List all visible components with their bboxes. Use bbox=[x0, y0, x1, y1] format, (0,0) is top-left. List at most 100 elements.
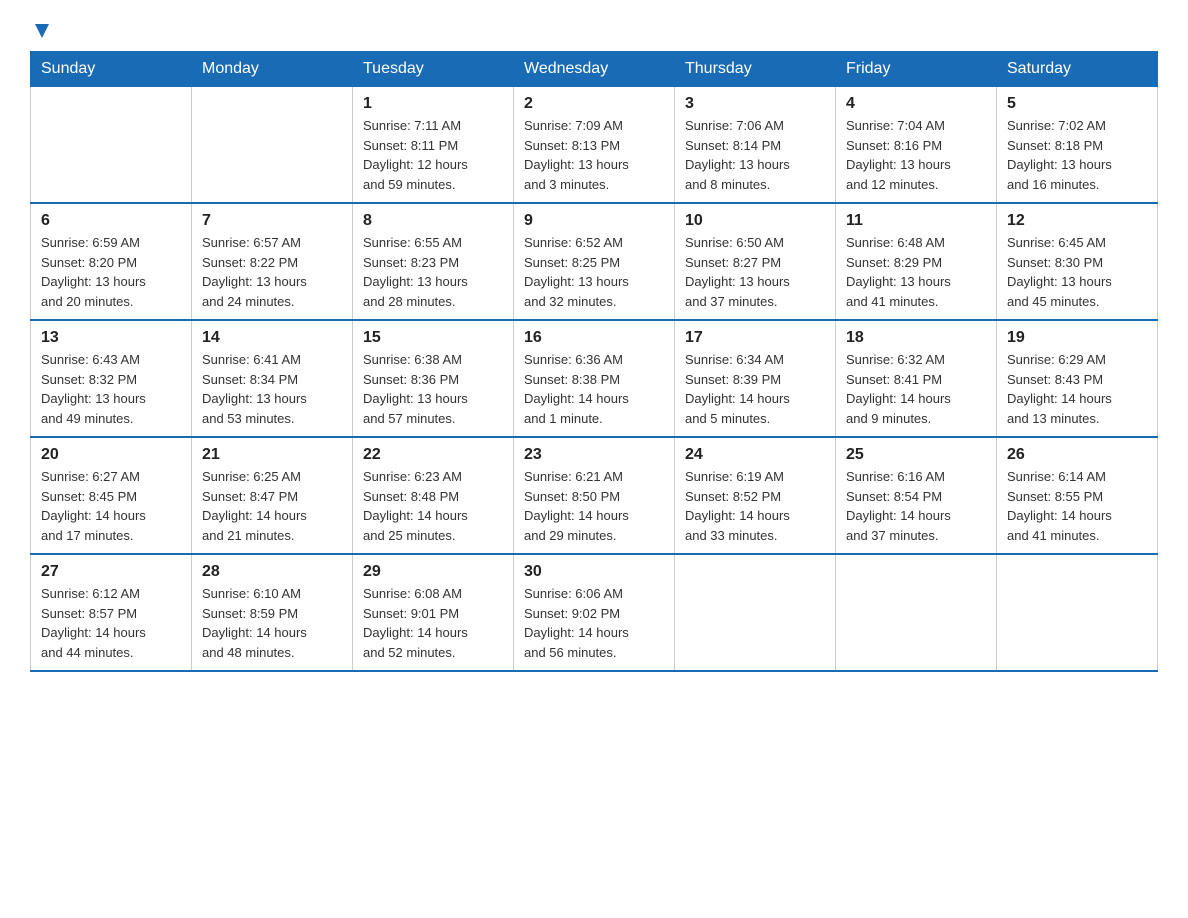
calendar-cell: 14 Sunrise: 6:41 AM Sunset: 8:34 PM Dayli… bbox=[192, 320, 353, 437]
day-number: 23 bbox=[524, 446, 664, 464]
week-row-4: 20 Sunrise: 6:27 AM Sunset: 8:45 PM Dayli… bbox=[31, 437, 1158, 554]
calendar-cell: 3 Sunrise: 7:06 AM Sunset: 8:14 PM Daylig… bbox=[675, 87, 836, 204]
calendar-cell: 10 Sunrise: 6:50 AM Sunset: 8:27 PM Dayli… bbox=[675, 203, 836, 320]
calendar-cell bbox=[997, 554, 1158, 671]
day-number: 3 bbox=[685, 95, 825, 113]
day-info: Sunrise: 6:29 AM Sunset: 8:43 PM Dayligh… bbox=[1007, 350, 1147, 428]
calendar-cell: 8 Sunrise: 6:55 AM Sunset: 8:23 PM Daylig… bbox=[353, 203, 514, 320]
day-number: 22 bbox=[363, 446, 503, 464]
weekday-header-row: SundayMondayTuesdayWednesdayThursdayFrid… bbox=[31, 52, 1158, 87]
calendar-cell: 24 Sunrise: 6:19 AM Sunset: 8:52 PM Dayli… bbox=[675, 437, 836, 554]
calendar-body: 1Sunrise: 7:11 AM Sunset: 8:11 PM Daylig… bbox=[31, 87, 1158, 672]
week-row-2: 6 Sunrise: 6:59 AM Sunset: 8:20 PM Daylig… bbox=[31, 203, 1158, 320]
calendar-cell: 15 Sunrise: 6:38 AM Sunset: 8:36 PM Dayli… bbox=[353, 320, 514, 437]
calendar-cell: 4 Sunrise: 7:04 AM Sunset: 8:16 PM Daylig… bbox=[836, 87, 997, 204]
day-info: Sunrise: 6:36 AM Sunset: 8:38 PM Dayligh… bbox=[524, 350, 664, 428]
calendar-cell: 22 Sunrise: 6:23 AM Sunset: 8:48 PM Dayli… bbox=[353, 437, 514, 554]
calendar-cell bbox=[836, 554, 997, 671]
day-number: 10 bbox=[685, 212, 825, 230]
day-info: Sunrise: 7:04 AM Sunset: 8:16 PM Dayligh… bbox=[846, 116, 986, 194]
day-info: Sunrise: 6:27 AM Sunset: 8:45 PM Dayligh… bbox=[41, 467, 181, 545]
weekday-header-saturday: Saturday bbox=[997, 52, 1158, 87]
day-number: 5 bbox=[1007, 95, 1147, 113]
calendar-cell: 30 Sunrise: 6:06 AM Sunset: 9:02 PM Dayli… bbox=[514, 554, 675, 671]
day-number: 21 bbox=[202, 446, 342, 464]
day-info: Sunrise: 6:38 AM Sunset: 8:36 PM Dayligh… bbox=[363, 350, 503, 428]
weekday-header-thursday: Thursday bbox=[675, 52, 836, 87]
day-number: 12 bbox=[1007, 212, 1147, 230]
day-info: Sunrise: 6:50 AM Sunset: 8:27 PM Dayligh… bbox=[685, 233, 825, 311]
day-info: Sunrise: 6:16 AM Sunset: 8:54 PM Dayligh… bbox=[846, 467, 986, 545]
day-info: Sunrise: 7:02 AM Sunset: 8:18 PM Dayligh… bbox=[1007, 116, 1147, 194]
calendar-cell: 6 Sunrise: 6:59 AM Sunset: 8:20 PM Daylig… bbox=[31, 203, 192, 320]
day-info: Sunrise: 6:34 AM Sunset: 8:39 PM Dayligh… bbox=[685, 350, 825, 428]
calendar-cell: 29 Sunrise: 6:08 AM Sunset: 9:01 PM Dayli… bbox=[353, 554, 514, 671]
day-info: Sunrise: 7:06 AM Sunset: 8:14 PM Dayligh… bbox=[685, 116, 825, 194]
day-number: 11 bbox=[846, 212, 986, 230]
week-row-3: 13 Sunrise: 6:43 AM Sunset: 8:32 PM Dayli… bbox=[31, 320, 1158, 437]
day-number: 20 bbox=[41, 446, 181, 464]
logo-triangle-icon bbox=[33, 22, 51, 45]
weekday-header-monday: Monday bbox=[192, 52, 353, 87]
calendar-cell: 1Sunrise: 7:11 AM Sunset: 8:11 PM Daylig… bbox=[353, 87, 514, 204]
day-info: Sunrise: 6:25 AM Sunset: 8:47 PM Dayligh… bbox=[202, 467, 342, 545]
day-info: Sunrise: 6:08 AM Sunset: 9:01 PM Dayligh… bbox=[363, 584, 503, 662]
day-info: Sunrise: 6:14 AM Sunset: 8:55 PM Dayligh… bbox=[1007, 467, 1147, 545]
day-number: 13 bbox=[41, 329, 181, 347]
calendar-cell: 2Sunrise: 7:09 AM Sunset: 8:13 PM Daylig… bbox=[514, 87, 675, 204]
week-row-1: 1Sunrise: 7:11 AM Sunset: 8:11 PM Daylig… bbox=[31, 87, 1158, 204]
calendar-cell: 11 Sunrise: 6:48 AM Sunset: 8:29 PM Dayli… bbox=[836, 203, 997, 320]
day-number: 15 bbox=[363, 329, 503, 347]
calendar-cell bbox=[31, 87, 192, 204]
day-number: 24 bbox=[685, 446, 825, 464]
day-number: 4 bbox=[846, 95, 986, 113]
day-info: Sunrise: 6:48 AM Sunset: 8:29 PM Dayligh… bbox=[846, 233, 986, 311]
day-info: Sunrise: 6:55 AM Sunset: 8:23 PM Dayligh… bbox=[363, 233, 503, 311]
day-number: 16 bbox=[524, 329, 664, 347]
weekday-header-tuesday: Tuesday bbox=[353, 52, 514, 87]
calendar-cell: 28 Sunrise: 6:10 AM Sunset: 8:59 PM Dayli… bbox=[192, 554, 353, 671]
day-number: 14 bbox=[202, 329, 342, 347]
day-number: 17 bbox=[685, 329, 825, 347]
day-number: 25 bbox=[846, 446, 986, 464]
day-number: 2 bbox=[524, 95, 664, 113]
day-info: Sunrise: 6:41 AM Sunset: 8:34 PM Dayligh… bbox=[202, 350, 342, 428]
week-row-5: 27Sunrise: 6:12 AM Sunset: 8:57 PM Dayli… bbox=[31, 554, 1158, 671]
day-info: Sunrise: 6:23 AM Sunset: 8:48 PM Dayligh… bbox=[363, 467, 503, 545]
day-info: Sunrise: 6:21 AM Sunset: 8:50 PM Dayligh… bbox=[524, 467, 664, 545]
calendar-cell: 7Sunrise: 6:57 AM Sunset: 8:22 PM Daylig… bbox=[192, 203, 353, 320]
page-header bbox=[30, 20, 1158, 41]
day-info: Sunrise: 6:19 AM Sunset: 8:52 PM Dayligh… bbox=[685, 467, 825, 545]
day-number: 28 bbox=[202, 563, 342, 581]
calendar-cell: 26 Sunrise: 6:14 AM Sunset: 8:55 PM Dayli… bbox=[997, 437, 1158, 554]
day-info: Sunrise: 6:43 AM Sunset: 8:32 PM Dayligh… bbox=[41, 350, 181, 428]
day-number: 30 bbox=[524, 563, 664, 581]
calendar-cell: 23 Sunrise: 6:21 AM Sunset: 8:50 PM Dayli… bbox=[514, 437, 675, 554]
calendar-cell: 18Sunrise: 6:32 AM Sunset: 8:41 PM Dayli… bbox=[836, 320, 997, 437]
logo bbox=[30, 20, 51, 41]
weekday-header-wednesday: Wednesday bbox=[514, 52, 675, 87]
day-info: Sunrise: 6:12 AM Sunset: 8:57 PM Dayligh… bbox=[41, 584, 181, 662]
day-info: Sunrise: 6:57 AM Sunset: 8:22 PM Dayligh… bbox=[202, 233, 342, 311]
day-info: Sunrise: 6:45 AM Sunset: 8:30 PM Dayligh… bbox=[1007, 233, 1147, 311]
day-info: Sunrise: 6:06 AM Sunset: 9:02 PM Dayligh… bbox=[524, 584, 664, 662]
day-info: Sunrise: 7:11 AM Sunset: 8:11 PM Dayligh… bbox=[363, 116, 503, 194]
day-info: Sunrise: 6:59 AM Sunset: 8:20 PM Dayligh… bbox=[41, 233, 181, 311]
calendar-cell: 5 Sunrise: 7:02 AM Sunset: 8:18 PM Daylig… bbox=[997, 87, 1158, 204]
weekday-header-friday: Friday bbox=[836, 52, 997, 87]
calendar-cell: 20 Sunrise: 6:27 AM Sunset: 8:45 PM Dayli… bbox=[31, 437, 192, 554]
calendar-cell: 9Sunrise: 6:52 AM Sunset: 8:25 PM Daylig… bbox=[514, 203, 675, 320]
day-number: 9 bbox=[524, 212, 664, 230]
calendar-table: SundayMondayTuesdayWednesdayThursdayFrid… bbox=[30, 51, 1158, 672]
weekday-header-sunday: Sunday bbox=[31, 52, 192, 87]
day-number: 29 bbox=[363, 563, 503, 581]
calendar-cell: 19 Sunrise: 6:29 AM Sunset: 8:43 PM Dayli… bbox=[997, 320, 1158, 437]
day-info: Sunrise: 6:10 AM Sunset: 8:59 PM Dayligh… bbox=[202, 584, 342, 662]
day-number: 8 bbox=[363, 212, 503, 230]
day-info: Sunrise: 6:32 AM Sunset: 8:41 PM Dayligh… bbox=[846, 350, 986, 428]
day-number: 26 bbox=[1007, 446, 1147, 464]
day-number: 19 bbox=[1007, 329, 1147, 347]
calendar-cell: 27Sunrise: 6:12 AM Sunset: 8:57 PM Dayli… bbox=[31, 554, 192, 671]
day-number: 6 bbox=[41, 212, 181, 230]
calendar-cell: 16 Sunrise: 6:36 AM Sunset: 8:38 PM Dayli… bbox=[514, 320, 675, 437]
